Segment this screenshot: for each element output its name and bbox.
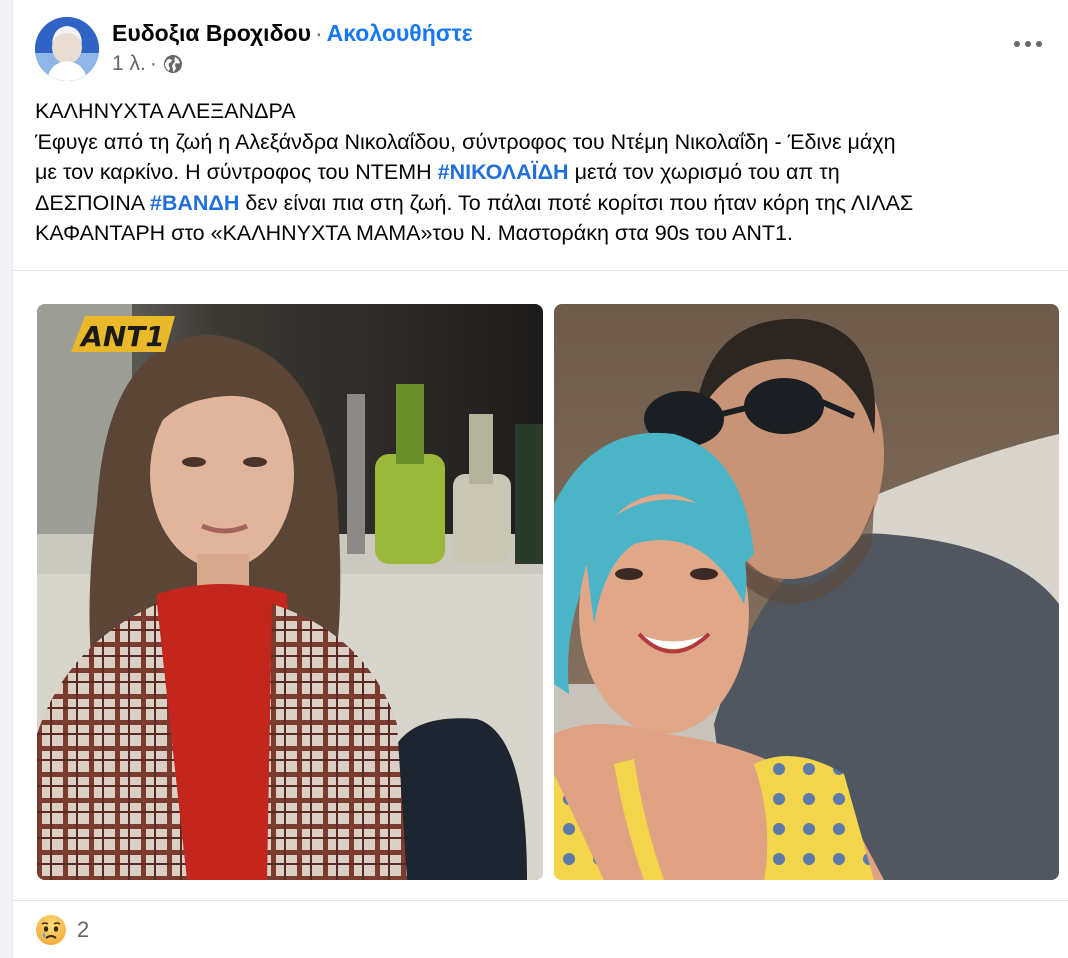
tv-still-image: ANT1 [37,304,543,880]
reactions-summary[interactable]: 2 [35,914,89,946]
more-options-icon[interactable] [1008,30,1048,58]
more-dot [1025,41,1031,47]
selfie-image [554,304,1059,880]
post-text-line: ΚΑΛΗΝΥΧΤΑ ΑΛΕΞΑΝΔΡΑ [35,96,1065,127]
post-text-segment: μετά τον χωρισμό του απ τη [568,160,840,184]
author-separator: · [314,20,323,46]
ant1-logo: ANT1 [71,316,175,353]
post-timestamp[interactable]: 1 λ. [112,51,146,77]
avatar-image [35,17,99,81]
footer-divider [13,900,1068,901]
post-text-line: Έφυγε από τη ζωή η Αλεξάνδρα Νικολαΐδου,… [35,127,1065,158]
author-avatar[interactable] [35,17,99,81]
author-line: Ευδοξια Βροχιδου · Ακολουθήστε [112,19,473,47]
ant1-logo-text: ANT1 [79,320,165,353]
post-text-segment: ΚΑΛΗΝΥΧΤΑ ΑΛΕΞΑΝΔΡΑ [35,99,296,123]
more-dot [1014,41,1020,47]
photo-right-selfie [554,304,1059,880]
meta-separator: · [149,52,157,75]
post-text-line: με τον καρκίνο. Η σύντροφος του ΝΤΕΜΗ #Ν… [35,157,1065,188]
photo-gap [543,304,554,880]
author-name[interactable]: Ευδοξια Βροχιδου [112,20,311,46]
photo-left-tv-still: ANT1 [37,304,543,880]
post-photo[interactable]: ANT1 [37,304,1059,880]
post-text-segment: δεν είναι πια στη ζωή. Το πάλαι ποτέ κορ… [239,190,914,215]
post-text-segment: ΚΑΦΑΝΤΑΡΗ στο «ΚΑΛΗΝΥΧΤΑ ΜΑΜΑ»του Ν. Μασ… [35,221,793,245]
more-dot [1036,41,1042,47]
post-card: Ευδοξια Βροχιδου · Ακολουθήστε 1 λ. · ΚΑΛΗ… [12,0,1068,958]
follow-button[interactable]: Ακολουθήστε [327,20,473,46]
post-text-segment: ΔΕΣΠΟΙΝΑ [35,190,150,215]
post-text: ΚΑΛΗΝΥΧΤΑ ΑΛΕΞΑΝΔΡΑ Έφυγε από τη ζωή η Αλ… [35,96,1065,249]
sad-reaction-icon [36,915,66,945]
post-text-segment: Έφυγε από τη ζωή η Αλεξάνδρα Νικολαΐδου,… [35,129,896,154]
post-text-line: ΚΑΦΑΝΤΑΡΗ στο «ΚΑΛΗΝΥΧΤΑ ΜΑΜΑ»του Ν. Μασ… [35,218,1065,249]
post-text-line: ΔΕΣΠΟΙΝΑ #ΒΑΝΔΗ δεν είναι πια στη ζωή. Τ… [35,188,1065,219]
globe-icon [163,55,182,73]
hashtag-link[interactable]: #ΝΙΚΟΛΑΪΔΗ [438,160,569,184]
post-meta: 1 λ. · [112,51,183,77]
text-divider [13,270,1068,271]
hashtag-link[interactable]: #ΒΑΝΔΗ [150,191,240,215]
post-text-segment: με τον καρκίνο. Η σύντροφος του ΝΤΕΜΗ [35,160,438,184]
reaction-count: 2 [77,917,90,942]
